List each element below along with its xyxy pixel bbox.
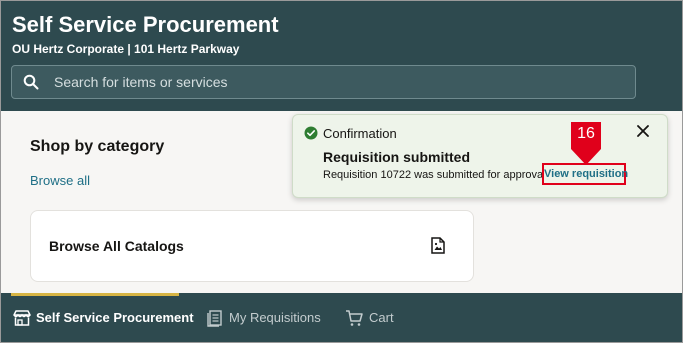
browse-all-link[interactable]: Browse all <box>30 173 90 188</box>
tab-label: Self Service Procurement <box>36 310 194 325</box>
business-unit-label: OU Hertz Corporate | 101 Hertz Parkway <box>12 42 240 56</box>
app-window: Self Service Procurement OU Hertz Corpor… <box>0 0 683 343</box>
catalog-document-icon <box>431 237 445 254</box>
store-icon <box>13 310 31 326</box>
step-number: 16 <box>577 125 595 142</box>
search-icon[interactable] <box>23 74 39 90</box>
tab-label: My Requisitions <box>229 310 321 325</box>
cart-icon <box>346 310 363 326</box>
confirmation-toast: Confirmation Requisition submitted Requi… <box>292 114 668 198</box>
close-icon[interactable] <box>636 124 650 138</box>
search-bar[interactable] <box>11 65 636 99</box>
view-requisition-link[interactable]: View requisition <box>542 163 628 185</box>
search-input[interactable] <box>54 66 614 98</box>
toast-message: Requisition 10722 was submitted for appr… <box>323 169 546 181</box>
success-check-icon <box>304 126 318 140</box>
tab-cart[interactable]: Cart <box>345 293 405 342</box>
card-title: Browse All Catalogs <box>49 238 184 254</box>
toast-title: Requisition submitted <box>323 149 470 165</box>
browse-catalogs-card[interactable]: Browse All Catalogs <box>30 210 474 282</box>
tab-my-requisitions[interactable]: My Requisitions <box>204 293 324 342</box>
bottom-navigation: Self Service Procurement My Requisitions… <box>1 293 682 342</box>
requisitions-icon <box>207 310 222 327</box>
tab-label: Cart <box>369 310 394 325</box>
header: Self Service Procurement OU Hertz Corpor… <box>1 1 682 111</box>
tab-self-service-procurement[interactable]: Self Service Procurement <box>11 293 194 342</box>
section-title: Shop by category <box>30 138 165 155</box>
toast-label: Confirmation <box>323 126 397 141</box>
app-title: Self Service Procurement <box>12 12 279 37</box>
